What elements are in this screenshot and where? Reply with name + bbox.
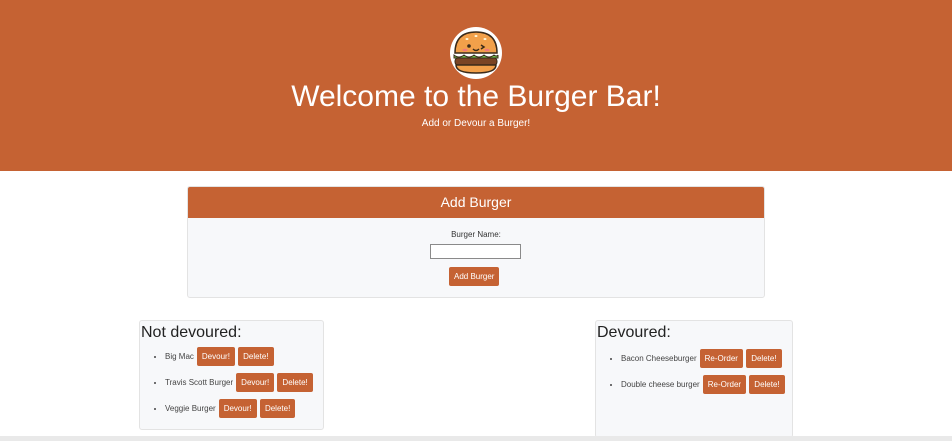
burger-name: Double cheese burger (621, 380, 700, 389)
add-burger-heading: Add Burger (188, 187, 764, 218)
reorder-button[interactable]: Re-Order (699, 349, 743, 368)
list-item: Double cheese burgerRe-Order Delete! (621, 375, 785, 394)
burger-icon (450, 27, 502, 79)
burger-name: Veggie Burger (165, 404, 216, 413)
burger-name-input[interactable] (430, 244, 521, 259)
delete-button[interactable]: Delete! (746, 349, 782, 368)
not-devoured-heading: Not devoured: (141, 324, 242, 341)
delete-button[interactable]: Delete! (277, 373, 313, 392)
burger-name: Bacon Cheeseburger (621, 354, 697, 363)
delete-button[interactable]: Delete! (238, 347, 274, 366)
not-devoured-panel: Not devoured: Big MacDevour! Delete! Tra… (139, 320, 324, 430)
page-title: Welcome to the Burger Bar! (291, 80, 661, 113)
burger-name-label: Burger Name: (451, 230, 501, 239)
devoured-panel: Devoured: Bacon CheeseburgerRe-Order Del… (595, 320, 793, 438)
list-item: Veggie BurgerDevour! Delete! (165, 399, 296, 418)
devour-button[interactable]: Devour! (196, 347, 235, 366)
devour-button[interactable]: Devour! (236, 373, 275, 392)
burger-name: Big Mac (165, 352, 194, 361)
page-subtitle: Add or Devour a Burger! (421, 118, 531, 129)
page-bottom-divider (0, 436, 952, 441)
hero-banner: Welcome to the Burger Bar! Add or Devour… (0, 0, 952, 171)
list-item: Travis Scott BurgerDevour! Delete! (165, 373, 313, 392)
delete-button[interactable]: Delete! (749, 375, 785, 394)
burger-name: Travis Scott Burger (165, 378, 234, 387)
devoured-heading: Devoured: (597, 324, 671, 341)
list-item: Big MacDevour! Delete! (165, 347, 274, 366)
add-burger-card: Add Burger Burger Name: Add Burger (187, 186, 765, 298)
list-item: Bacon CheeseburgerRe-Order Delete! (621, 349, 782, 368)
devour-button[interactable]: Devour! (218, 399, 257, 418)
reorder-button[interactable]: Re-Order (702, 375, 747, 394)
add-burger-button[interactable]: Add Burger (449, 267, 500, 286)
delete-button[interactable]: Delete! (259, 399, 296, 418)
